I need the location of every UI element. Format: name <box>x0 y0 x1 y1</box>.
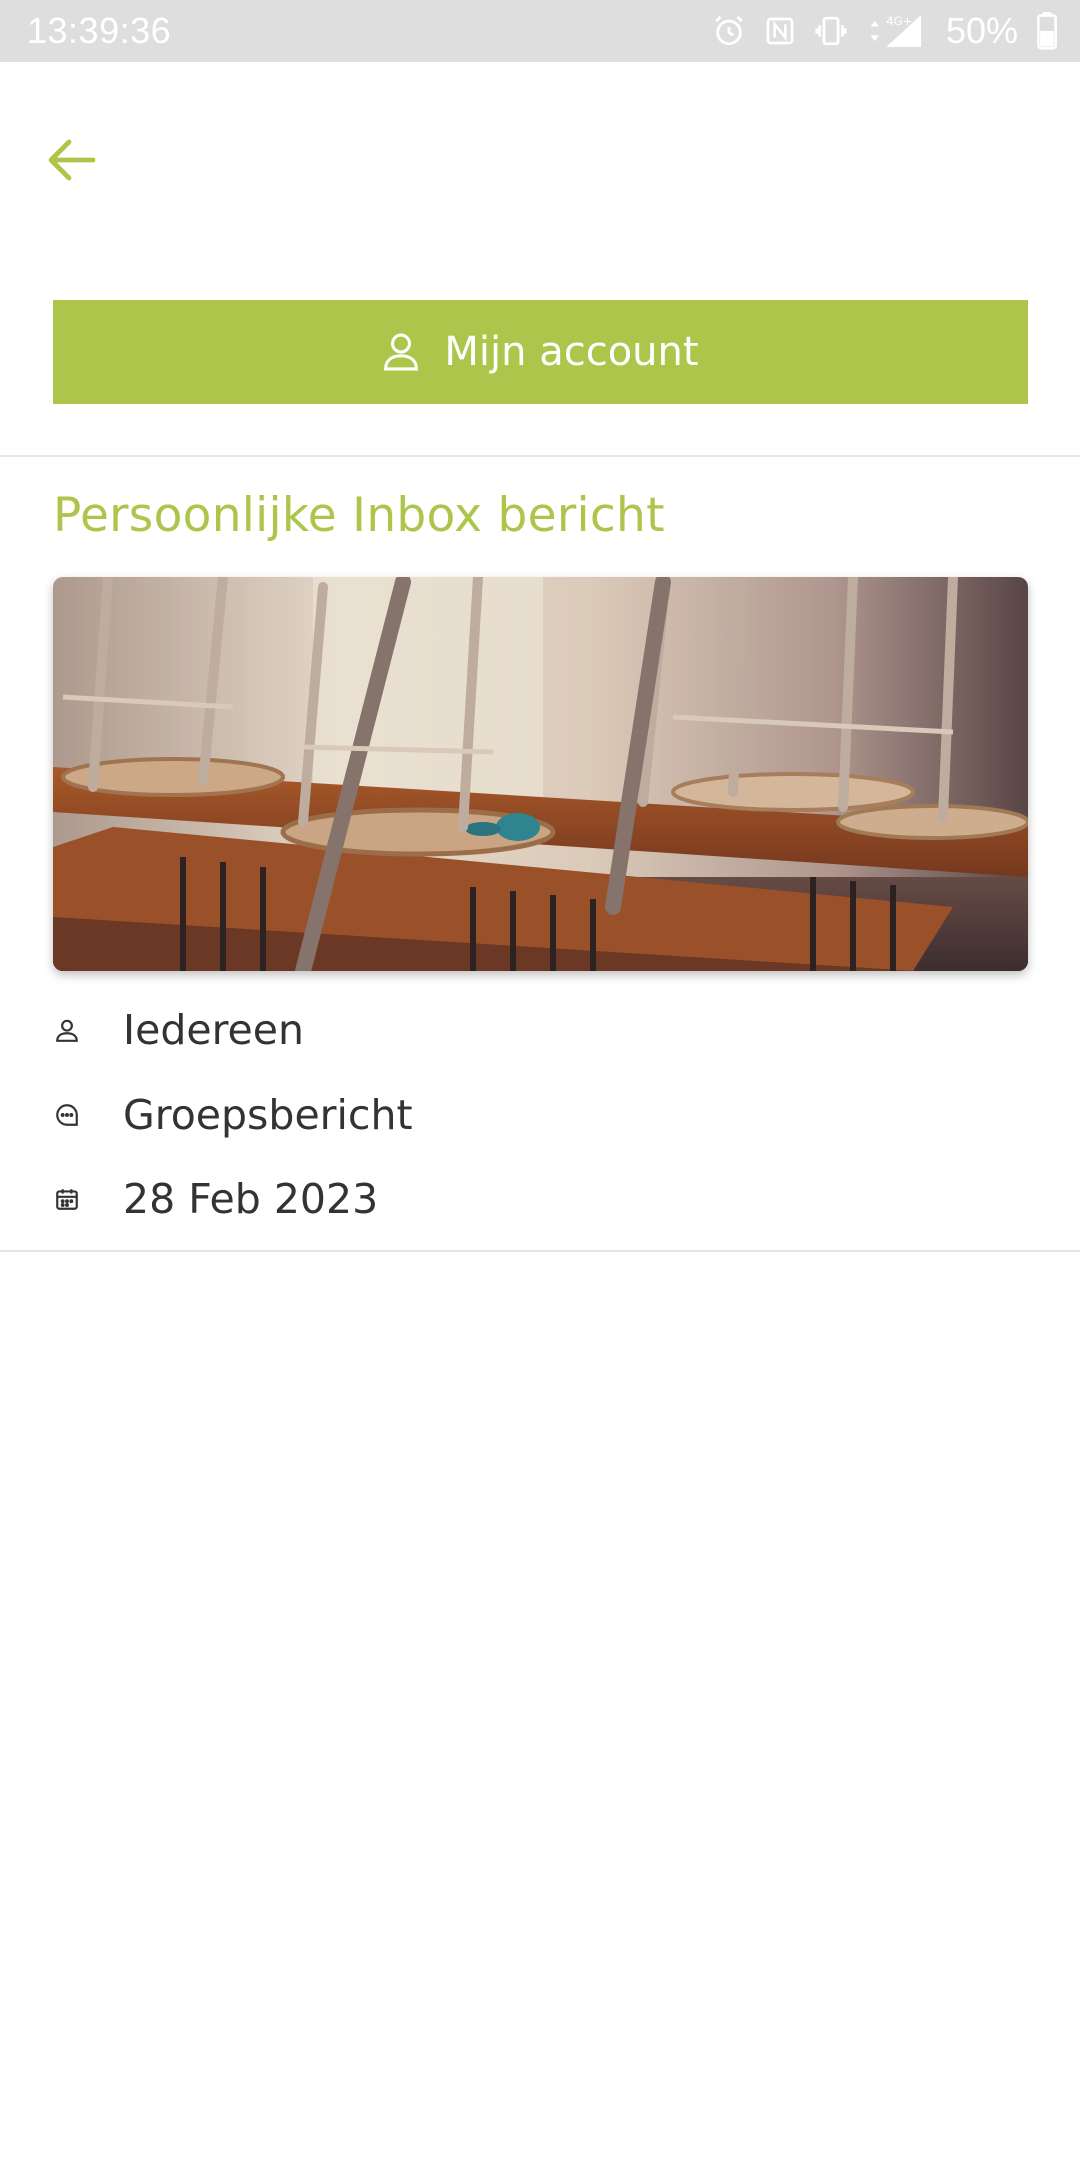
battery-percentage: 50% <box>945 10 1018 51</box>
vibrate-icon <box>814 14 848 48</box>
date-row: 28 Feb 2023 <box>53 1169 378 1229</box>
my-account-label: Mijn account <box>444 329 699 375</box>
recipient-text: Iedereen <box>123 1006 304 1054</box>
chat-bubble-icon <box>53 1101 81 1129</box>
status-icons: 4G+ 50% <box>712 8 1058 54</box>
page-title: Persoonlijke Inbox bericht <box>53 488 665 543</box>
classroom-photo <box>53 577 1028 971</box>
recipient-row: Iedereen <box>53 1000 304 1060</box>
message-type-text: Groepsbericht <box>123 1091 413 1139</box>
network-label: 4G+ <box>886 14 912 28</box>
message-image <box>53 577 1028 971</box>
battery-icon <box>1036 12 1058 50</box>
nfc-icon <box>764 14 796 48</box>
divider <box>0 455 1080 457</box>
user-icon <box>53 1016 81 1044</box>
status-bar: 13:39:36 4G+ 50% <box>0 0 1080 62</box>
divider <box>0 1250 1080 1252</box>
signal-icon: 4G+ <box>866 13 924 49</box>
message-type-row: Groepsbericht <box>53 1085 413 1145</box>
arrow-left-icon <box>48 139 96 181</box>
my-account-button[interactable]: Mijn account <box>53 300 1028 404</box>
date-text: 28 Feb 2023 <box>123 1175 379 1223</box>
status-time: 13:39:36 <box>27 10 172 51</box>
alarm-icon <box>712 14 746 48</box>
calendar-icon <box>53 1185 81 1213</box>
back-button[interactable] <box>40 132 102 188</box>
user-icon <box>384 333 419 371</box>
